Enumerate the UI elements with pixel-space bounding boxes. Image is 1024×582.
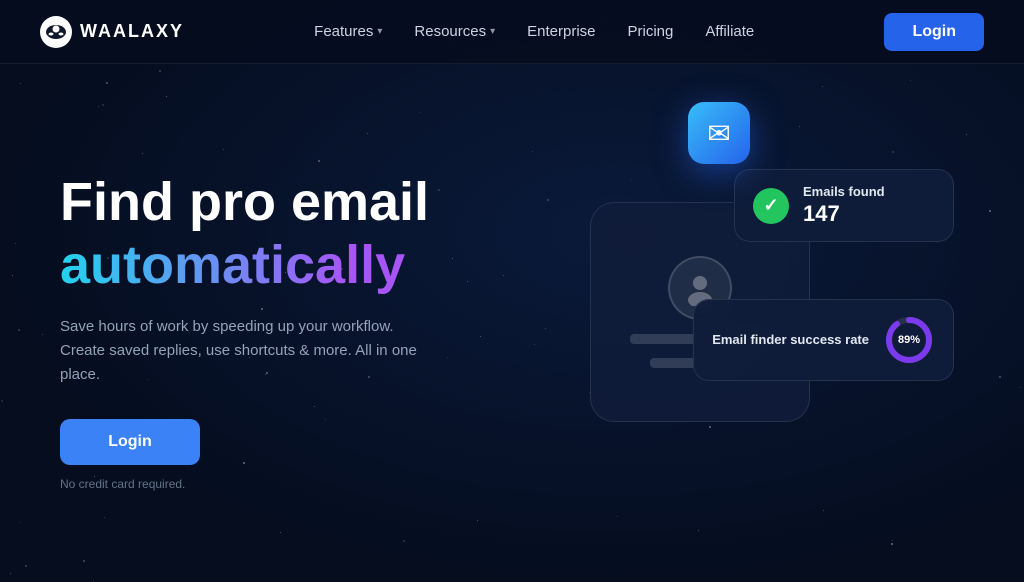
nav-item-pricing[interactable]: Pricing bbox=[628, 23, 674, 40]
envelope-icon: ✉ bbox=[707, 117, 730, 150]
chevron-down-icon: ▾ bbox=[377, 26, 382, 37]
nav-item-enterprise[interactable]: Enterprise bbox=[527, 23, 595, 40]
nav-affiliate-label: Affiliate bbox=[705, 23, 754, 40]
email-float-icon: ✉ bbox=[688, 102, 750, 164]
hero-content: Find pro email automatically Save hours … bbox=[60, 153, 540, 494]
logo[interactable]: WAALAXY bbox=[40, 16, 184, 48]
nav-resources-label: Resources bbox=[414, 23, 486, 40]
success-rate-info: Email finder success rate bbox=[712, 332, 869, 349]
hero-login-button[interactable]: Login bbox=[60, 419, 200, 465]
emails-found-value: 147 bbox=[803, 201, 885, 227]
nav-features-label: Features bbox=[314, 23, 373, 40]
emails-found-info: Emails found 147 bbox=[803, 184, 885, 227]
success-rate-inner: Email finder success rate 89% bbox=[712, 314, 935, 366]
nav-item-affiliate[interactable]: Affiliate bbox=[705, 23, 754, 40]
hero-section: Find pro email automatically Save hours … bbox=[0, 64, 1024, 582]
checkmark-icon: ✓ bbox=[763, 195, 778, 216]
hero-title-line1: Find pro email bbox=[60, 173, 540, 232]
nav-item-resources[interactable]: Resources ▾ bbox=[414, 23, 495, 40]
check-icon-circle: ✓ bbox=[753, 188, 789, 224]
hero-illustration: ✉ ✓ Emails found 147 Email finder succes… bbox=[540, 64, 964, 582]
donut-label: 89% bbox=[883, 314, 935, 366]
nav-links: Features ▾ Resources ▾ Enterprise Pricin… bbox=[314, 23, 754, 40]
nav-enterprise-label: Enterprise bbox=[527, 23, 595, 40]
emails-found-label: Emails found bbox=[803, 184, 885, 199]
nav-pricing-label: Pricing bbox=[628, 23, 674, 40]
hero-subtitle: Save hours of work by speeding up your w… bbox=[60, 315, 440, 387]
nav-item-features[interactable]: Features ▾ bbox=[314, 23, 382, 40]
emails-found-card: ✓ Emails found 147 bbox=[734, 169, 954, 242]
emails-found-inner: ✓ Emails found 147 bbox=[753, 184, 935, 227]
chevron-down-icon: ▾ bbox=[490, 26, 495, 37]
brand-name: WAALAXY bbox=[80, 21, 184, 42]
donut-chart: 89% bbox=[883, 314, 935, 366]
hero-title-line2: automatically bbox=[60, 236, 540, 295]
success-rate-card: Email finder success rate 89% bbox=[693, 299, 954, 381]
success-rate-label: Email finder success rate bbox=[712, 332, 869, 347]
no-credit-text: No credit card required. bbox=[60, 477, 185, 491]
logo-icon bbox=[40, 16, 72, 48]
nav-login-button[interactable]: Login bbox=[884, 13, 984, 51]
navbar: WAALAXY Features ▾ Resources ▾ Enterpris… bbox=[0, 0, 1024, 64]
